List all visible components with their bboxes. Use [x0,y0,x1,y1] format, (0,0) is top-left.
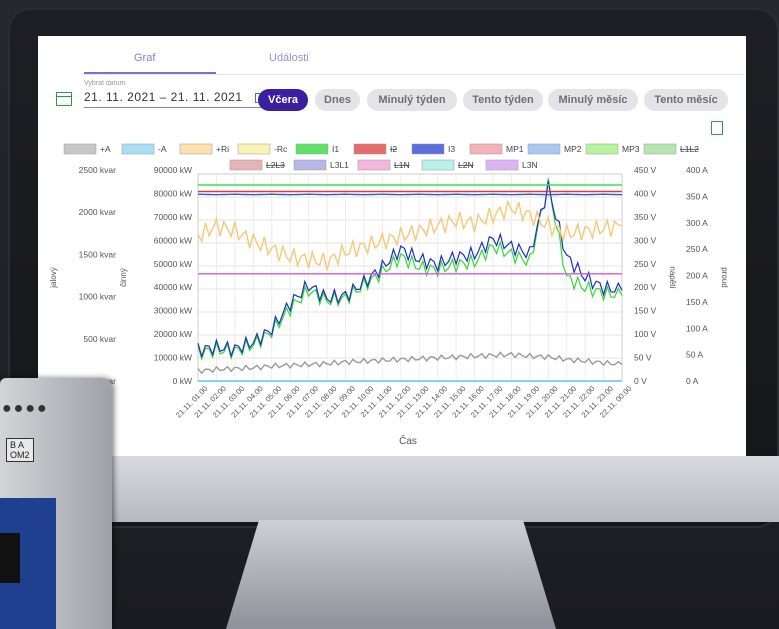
legend-swatch--Rc [237,143,271,155]
series-I1 [197,178,623,362]
legend-label-L1L2: L1L2 [680,144,699,154]
legend-swatch--A [121,143,155,155]
axis-tick: 400 V [634,188,657,198]
axis-tick: 70000 kW [154,212,192,222]
x-axis-label: Čas [399,434,417,447]
axis-tick: 1000 kvar [79,292,116,302]
legend-swatch-I3 [411,143,445,155]
axis-title: napětí [668,266,677,289]
axis-tick: 50 A [686,350,703,360]
axis-tick: 350 A [686,191,708,201]
axis-tick: 400 A [686,165,708,175]
legend-swatch-+Ri [179,143,213,155]
axis-tick: 0 A [686,376,699,386]
legend-swatch-I2 [353,143,387,155]
legend-label-L3N: L3N [522,160,538,170]
axis-tick: 150 A [686,297,708,307]
legend-label-+Ri: +Ri [216,144,229,154]
plot-frame [197,173,623,382]
legend-label--Rc: -Rc [274,144,288,154]
axis-tick: 2500 kvar [79,165,116,175]
axis-tick: 50 V [634,353,652,363]
legend-swatch-L1L2 [643,143,677,155]
axis-tick: 0 kW [173,376,192,386]
axis-tick: 90000 kW [154,165,192,175]
energy-meter-device: ●●●● B A OM2 [0,378,112,629]
axis-tick: 1500 kvar [79,249,116,259]
legend-label-MP2: MP2 [564,144,582,154]
legend-label-L2N: L2N [458,160,474,170]
axis-tick: 40000 kW [154,282,192,292]
axis-tick: 80000 kW [154,188,192,198]
legend-swatch-MP3 [585,143,619,155]
axis-tick: 250 A [686,244,708,254]
axis-tick: 60000 kW [154,235,192,245]
axis-tick: 250 V [634,259,657,269]
axis-tick: 200 V [634,282,657,292]
meter-label: B A OM2 [6,438,34,462]
legend-label-I2: I2 [390,144,397,154]
axis-tick: 100 V [634,329,657,339]
legend-swatch-+A [63,143,97,155]
legend-swatch-MP2 [527,143,561,155]
app-screen: Graf Události Vybrat datum 21. 11. 2021 … [38,36,746,456]
axis-tick: 300 A [686,218,708,228]
series-I3 [197,180,623,359]
series-MP2 [197,193,623,196]
axis-tick: 0 V [634,376,647,386]
axis-title: činný [119,268,128,287]
legend-swatch-L1N [357,159,391,171]
axis-title: jalový [49,267,58,288]
legend-label--A: -A [158,144,167,154]
legend-swatch-L2L3 [229,159,263,171]
axis-tick: 300 V [634,235,657,245]
legend-swatch-L3L1 [293,159,327,171]
terminal-screws: ●●●● [2,400,49,417]
axis-tick: 150 V [634,306,657,316]
axis-tick: 20000 kW [154,329,192,339]
monitor-stand [226,520,556,629]
legend-label-MP1: MP1 [506,144,524,154]
meter-display [0,533,20,583]
axis-tick: 200 A [686,271,708,281]
axis-tick: 30000 kW [154,306,192,316]
legend-label-+A: +A [100,144,111,154]
legend-label-MP3: MP3 [622,144,640,154]
legend-swatch-L3N [485,159,519,171]
legend-swatch-MP1 [469,143,503,155]
legend-label-L2L3: L2L3 [266,160,285,170]
chart: +A -A +Ri -Rc I1 I2 I3 MP1 MP2 MP3 L1L2 L2L3 L3L1 L1N… [49,143,729,447]
legend-label-I3: I3 [448,144,455,154]
axis-tick: 2000 kvar [79,207,116,217]
axis-tick: 500 kvar [83,334,116,344]
axis-tick: 450 V [634,165,657,175]
monitor-chin [60,456,779,522]
grid [197,173,623,382]
series [197,178,623,382]
legend-label-L1N: L1N [394,160,410,170]
x-ticks: 21.11. 01:0021.11. 02:0021.11. 03:0021.1… [174,384,633,419]
axes: 0 kvar500 kvar1000 kvar1500 kvar2000 kva… [49,165,729,386]
axis-tick: 100 A [686,323,708,333]
legend-label-I1: I1 [332,144,339,154]
axis-tick: 10000 kW [154,353,192,363]
axis-tick: 350 V [634,212,657,222]
axis-tick: 50000 kW [154,259,192,269]
legend-swatch-I1 [295,143,329,155]
axis-title: proud [720,267,729,287]
series-+A [197,351,623,375]
legend-label-L3L1: L3L1 [330,160,349,170]
legend-swatch-L2N [421,159,455,171]
